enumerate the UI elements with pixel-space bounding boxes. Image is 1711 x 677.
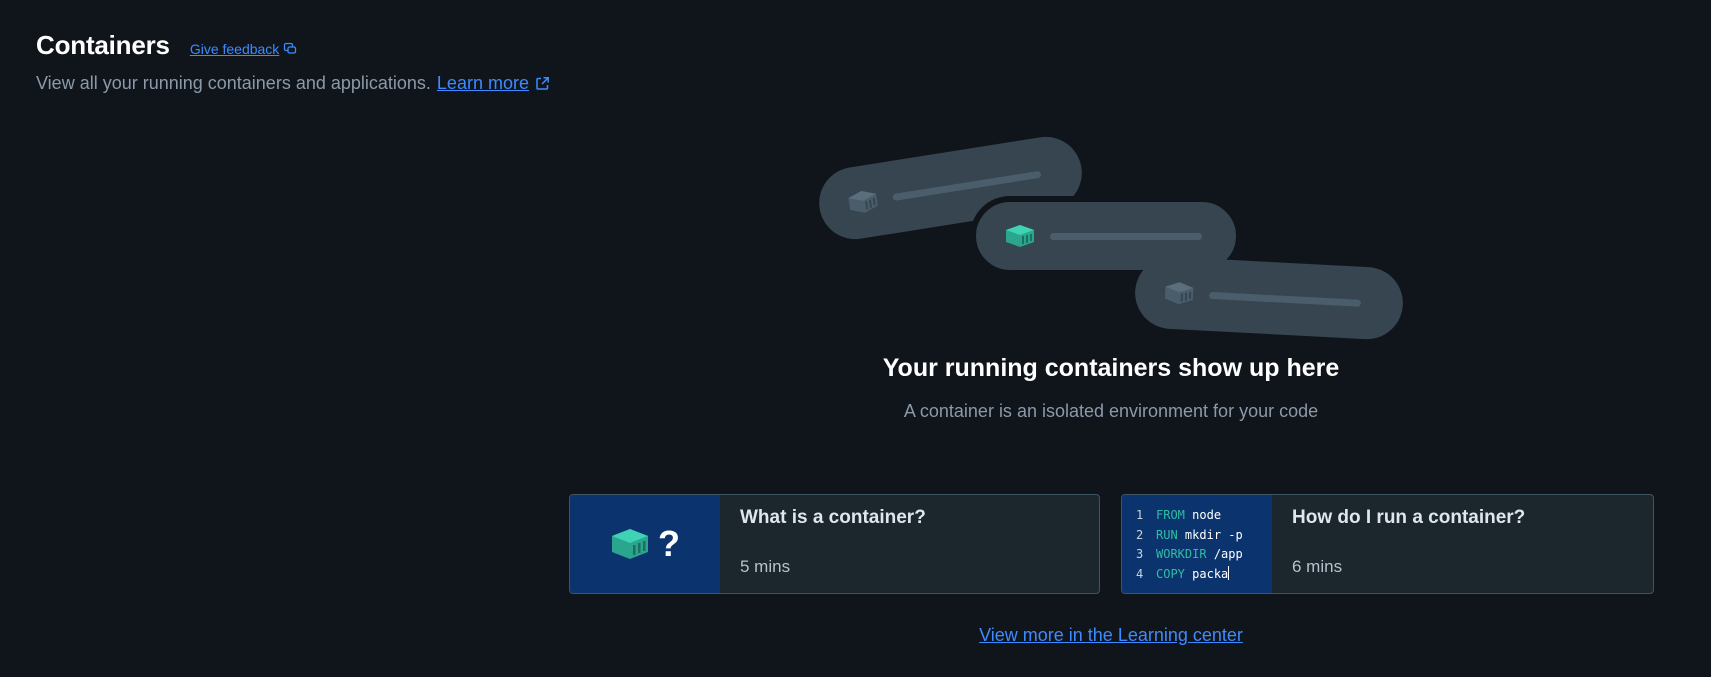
code-line: 3 WORKDIR /app	[1136, 547, 1243, 561]
card-duration: 5 mins	[740, 557, 791, 576]
learning-card-how-run-container[interactable]: 1 FROM node 2 RUN mkdir -p 3 WORKDIR /app 4…	[1121, 494, 1654, 594]
empty-state-title: Your running containers show up here	[882, 354, 1340, 382]
feedback-chat-icon	[284, 42, 297, 54]
card-thumbnail: ?	[570, 495, 720, 593]
text-caret	[1228, 565, 1230, 580]
give-feedback-label: Give feedback	[189, 41, 280, 57]
empty-state-subtitle: A container is an isolated environment f…	[903, 401, 1319, 421]
learning-center-link[interactable]: View more in the Learning center	[569, 625, 1653, 646]
page-header: Containers Give feedback View all your r…	[36, 30, 550, 94]
learn-more-link[interactable]: Learn more	[437, 73, 550, 94]
code-line: 1 FROM node	[1136, 508, 1222, 522]
card-duration: 6 mins	[1292, 557, 1343, 576]
container-cube-icon	[1164, 282, 1194, 305]
card-title: What is a container?	[740, 507, 926, 528]
container-cube-active-icon	[1006, 225, 1034, 247]
containers-illustration	[810, 130, 1410, 350]
card-title: How do I run a container?	[1292, 507, 1526, 528]
learning-card-what-is-container[interactable]: ? What is a container? 5 mins	[569, 494, 1100, 594]
container-pill-bar	[1050, 232, 1202, 240]
code-line: 2 RUN mkdir -p	[1136, 527, 1243, 542]
page-title: Containers	[36, 30, 170, 60]
container-pill-3	[1133, 255, 1405, 341]
question-mark-icon: ?	[658, 523, 680, 564]
code-snippet-thumbnail: 1 FROM node 2 RUN mkdir -p 3 WORKDIR /app 4…	[1122, 495, 1272, 593]
container-cube-icon	[848, 190, 878, 213]
give-feedback-link[interactable]: Give feedback	[190, 41, 298, 57]
external-link-icon	[536, 77, 549, 90]
learn-more-label: Learn more	[436, 73, 529, 93]
code-line: 4 COPY packa	[1136, 565, 1230, 581]
page-subtitle-text: View all your running containers and app…	[36, 73, 431, 93]
container-cube-icon	[612, 529, 648, 559]
page-subtitle: View all your running containers and app…	[36, 73, 550, 94]
container-pill-bar	[1208, 291, 1362, 307]
